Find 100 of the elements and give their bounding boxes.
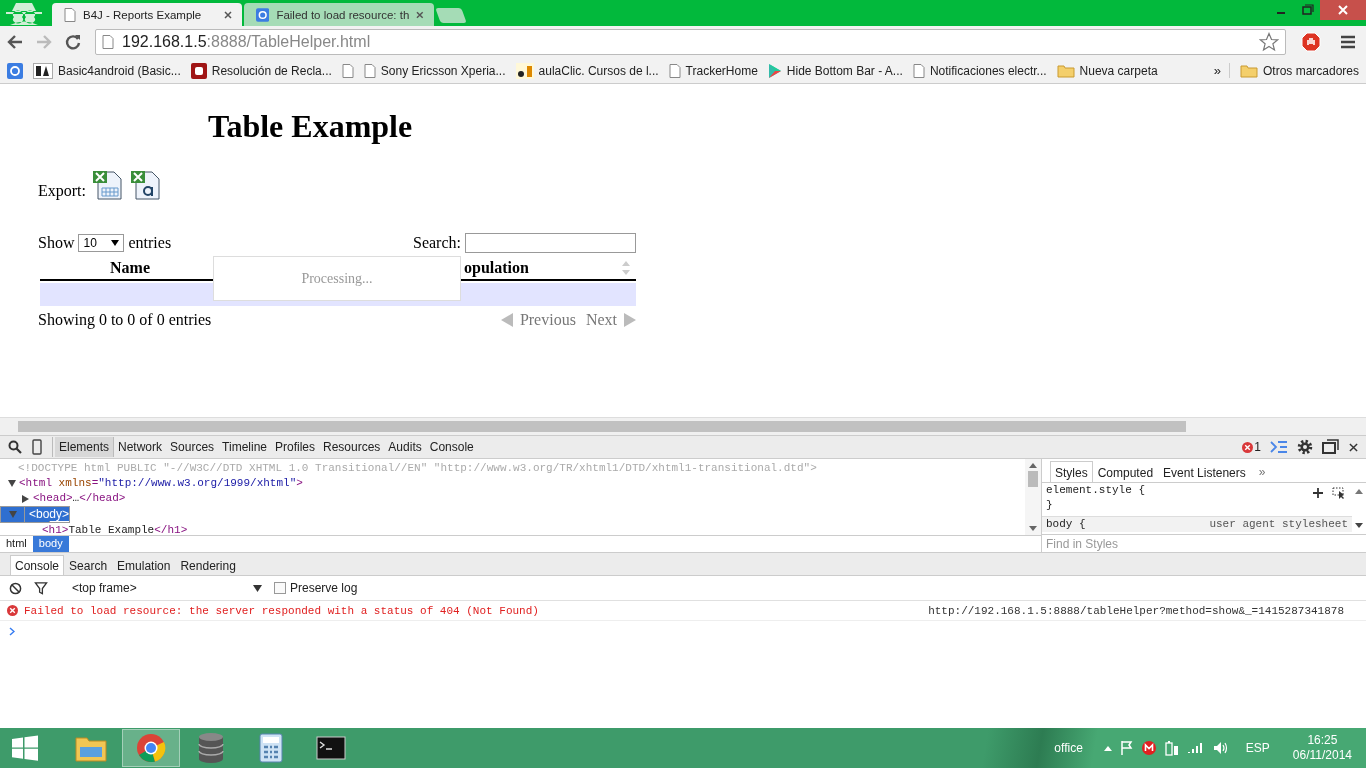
error-icon <box>1242 441 1254 453</box>
expand-arrow-icon[interactable] <box>8 480 16 487</box>
caret-icon[interactable] <box>1103 745 1112 751</box>
page-icon <box>912 63 925 78</box>
close-icon[interactable] <box>416 10 424 19</box>
style-origin: user agent stylesheet <box>1209 517 1348 533</box>
search-field[interactable] <box>465 233 636 253</box>
more-tabs-button[interactable]: » <box>1258 465 1266 480</box>
devtools-tab[interactable]: Sources <box>166 437 219 457</box>
volume-icon[interactable] <box>1212 741 1229 755</box>
devtools-tab[interactable]: Audits <box>384 437 426 457</box>
bookmark[interactable]: Otros marcadores <box>1239 63 1359 78</box>
devtools-tab[interactable]: Elements <box>55 437 115 457</box>
right-arrow-icon <box>624 313 636 327</box>
devtools-tab[interactable]: Resources <box>319 437 385 457</box>
devtools-tab[interactable]: Console <box>425 437 478 457</box>
horizontal-scrollbar[interactable] <box>0 417 1366 435</box>
dock-icon[interactable] <box>1322 439 1340 455</box>
google-icon <box>7 62 23 79</box>
logo-icon <box>515 62 534 79</box>
styles-tab[interactable]: Event Listeners <box>1158 461 1251 483</box>
scroll-up-icon[interactable] <box>1355 489 1363 495</box>
page-icon <box>64 7 76 22</box>
bookmark[interactable]: aulaClic. Cursos de l... <box>515 62 659 79</box>
address-bar[interactable]: 192.168.1.5:8888/TableHelper.html <box>95 29 1286 55</box>
flag-icon[interactable] <box>1120 741 1133 755</box>
bookmark[interactable]: Notificaciones electr... <box>912 63 1047 78</box>
clear-icon[interactable] <box>9 581 22 595</box>
bookmark[interactable]: Basic4android (Basic... <box>33 62 181 79</box>
browser-tab[interactable]: B4J - Reports Example <box>52 3 242 26</box>
styles-tab[interactable]: Styles <box>1050 461 1093 483</box>
console-drawer-icon[interactable] <box>1270 440 1288 454</box>
back-icon[interactable] <box>6 33 24 51</box>
devtools-tab[interactable]: Timeline <box>218 437 271 457</box>
scroll-thumb[interactable] <box>1028 471 1038 487</box>
devtools-tab[interactable]: Profiles <box>271 437 319 457</box>
breadcrumb[interactable]: html <box>0 536 33 552</box>
folder-icon <box>1239 63 1258 78</box>
scroll-up-icon[interactable] <box>1029 463 1037 468</box>
bookmark[interactable]: TrackerHome <box>668 63 758 78</box>
logo-icon <box>190 62 207 79</box>
dom-node[interactable]: <html xmlns="http://www.w3.org/1999/xhtml"> <box>19 476 303 491</box>
vertical-scrollbar[interactable] <box>1025 459 1041 535</box>
bookmark-icon-button[interactable] <box>7 62 23 79</box>
menu-icon[interactable] <box>1340 35 1356 49</box>
stop-sign-icon[interactable] <box>1301 32 1321 52</box>
dom-node[interactable]: <body> <box>24 506 70 523</box>
bookmark[interactable]: Nueva carpeta <box>1056 63 1158 78</box>
phone-icon[interactable] <box>32 439 42 455</box>
bookmark[interactable]: Hide Bottom Bar - A... <box>767 62 903 79</box>
bookmark[interactable]: Resolución de Recla... <box>190 62 332 79</box>
bookmark[interactable]: Sony Ericsson Xperia... <box>363 63 506 78</box>
breadcrumb[interactable]: body <box>32 536 69 552</box>
caret-icon <box>111 240 120 246</box>
console-message: Failed to load resource: the server responded with a status of 404 (Not Found) <box>24 604 540 617</box>
source-link[interactable]: http://192.168.1.5:8888/tableHelper?method=show&_=1415287341878 <box>928 604 1344 617</box>
error-count[interactable]: 1 <box>1254 440 1261 454</box>
preserve-log-checkbox[interactable] <box>274 582 286 594</box>
dom-node[interactable]: <head>…</head> <box>33 491 126 506</box>
entries-label: entries <box>128 234 172 252</box>
more-bookmarks-button[interactable]: » <box>1213 63 1230 78</box>
error-icon <box>7 605 18 616</box>
terminal-icon <box>316 736 346 760</box>
element-state-icon[interactable] <box>1332 487 1346 500</box>
logo-icon <box>33 62 53 79</box>
browser-tab[interactable]: Failed to load resource: th <box>244 3 434 26</box>
column-header[interactable]: opulation <box>464 259 622 277</box>
search-label: Search: <box>413 234 461 252</box>
styles-tab[interactable]: Computed <box>1092 461 1159 483</box>
search-icon[interactable] <box>8 440 22 454</box>
drawer-tab[interactable]: Console <box>10 555 65 575</box>
style-rule-line: element.style { <box>1046 483 1146 499</box>
folder-icon <box>1056 63 1075 78</box>
battery-icon[interactable] <box>1164 740 1179 756</box>
document-icon[interactable] <box>130 170 160 200</box>
windows-logo-icon[interactable] <box>12 735 38 761</box>
folder-icon <box>75 734 107 762</box>
settings-icon[interactable] <box>1297 439 1313 455</box>
dom-node[interactable]: <h1>Table Example</h1> <box>42 523 188 535</box>
scroll-down-icon[interactable] <box>1029 526 1037 531</box>
toolbar-label[interactable]: office <box>1054 741 1083 755</box>
google-icon <box>256 7 270 22</box>
devtools-tab[interactable]: Network <box>114 437 167 457</box>
star-icon[interactable] <box>1259 32 1279 52</box>
database-icon <box>198 732 224 764</box>
drawer-tab[interactable]: Search <box>64 555 113 575</box>
scroll-down-icon[interactable] <box>1355 523 1363 529</box>
close-icon[interactable] <box>224 10 232 19</box>
reload-icon[interactable] <box>64 33 82 51</box>
close-icon[interactable] <box>1349 442 1358 452</box>
style-rule-line: } <box>1046 498 1053 514</box>
drawer-tab[interactable]: Rendering <box>175 555 241 575</box>
add-icon[interactable] <box>1313 488 1323 499</box>
drawer-tab[interactable]: Emulation <box>112 555 176 575</box>
filter-icon[interactable] <box>34 581 48 595</box>
entries-select[interactable]: 10 <box>78 234 125 252</box>
signal-icon[interactable] <box>1187 742 1204 754</box>
spreadsheet-icon[interactable] <box>92 170 122 200</box>
frame-select[interactable]: <top frame> <box>72 581 262 595</box>
bookmark-icon-button[interactable] <box>341 63 354 78</box>
